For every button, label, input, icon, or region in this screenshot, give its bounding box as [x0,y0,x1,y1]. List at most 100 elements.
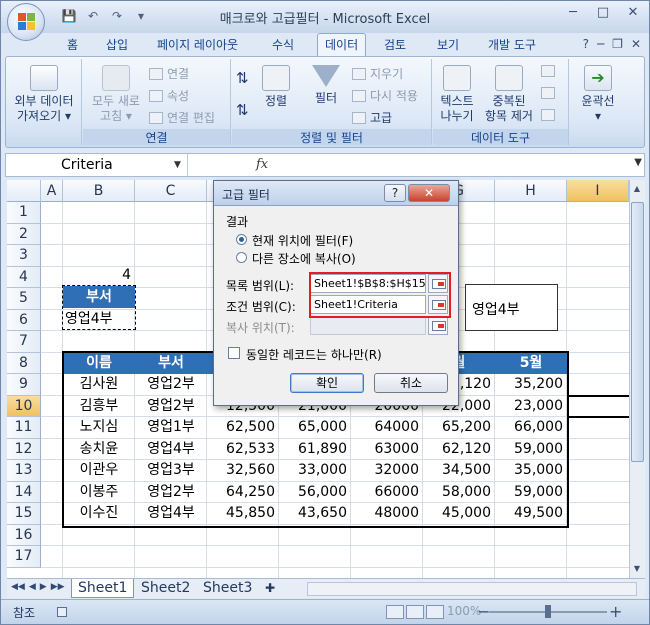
close-icon[interactable]: ✕ [623,5,643,20]
row-header-17[interactable]: 17 [7,546,41,568]
sheet-tab-sheet2[interactable]: Sheet2 [135,579,196,598]
workbook-close-icon[interactable]: ✕ [631,37,641,51]
table-cell[interactable]: 35,000 [495,460,567,482]
first-sheet-icon[interactable]: ◀◀ [11,582,25,592]
horizontal-scrollbar[interactable] [307,582,637,596]
table-cell[interactable]: 33,000 [279,460,351,482]
table-cell[interactable]: 영업1부 [135,417,207,439]
prev-sheet-icon[interactable]: ◀ [29,582,36,592]
name-box[interactable]: Criteria [6,154,188,176]
table-cell[interactable]: 61,890 [279,439,351,461]
table-cell[interactable]: 이봉주 [63,482,135,504]
table-cell[interactable]: 66000 [351,482,423,504]
row-header-7[interactable]: 7 [7,331,41,353]
advanced-filter-button[interactable]: 고급 [352,109,392,126]
table-cell[interactable]: 이관우 [63,460,135,482]
tab-formulas[interactable]: 수식 [272,36,294,53]
page-layout-view-icon[interactable] [406,605,424,619]
table-cell[interactable]: 59,000 [495,439,567,461]
table-cell[interactable]: 56,000 [279,482,351,504]
table-cell[interactable]: 35,200 [495,374,567,396]
dialog-close-button[interactable]: ✕ [408,184,450,202]
insert-sheet-icon[interactable]: ✚ [259,579,281,598]
col-header-i[interactable]: I [567,180,629,202]
table-cell[interactable]: 김사원 [63,374,135,396]
data-validation-icon[interactable] [541,65,555,77]
outline-button[interactable]: ➔ 윤곽선 ▾ [574,65,622,124]
table-header-cell[interactable]: 부서 [135,352,207,374]
text-to-columns-button[interactable]: 텍스트 나누기 [435,65,479,124]
table-cell[interactable]: 58,000 [423,482,495,504]
tab-developer[interactable]: 개발 도구 [488,36,536,53]
tab-review[interactable]: 검토 [384,36,406,53]
cancel-button[interactable]: 취소 [374,373,448,393]
cell-b4[interactable]: 4 [63,264,135,286]
refresh-all-button[interactable]: 모두 새로 고침 ▾ [85,65,147,124]
filter-button[interactable]: 필터 [304,65,348,106]
row-header-13[interactable]: 13 [7,460,41,482]
dialog-help-button[interactable]: ? [384,184,406,202]
col-header-a[interactable]: A [41,180,63,202]
table-header-cell[interactable]: 이름 [63,352,135,374]
col-header-b[interactable]: B [63,180,135,202]
minimize-icon[interactable]: ─ [563,5,583,20]
table-cell[interactable]: 45,000 [423,503,495,525]
row-header-1[interactable]: 1 [7,202,41,224]
radio-copy-to-label[interactable]: 다른 장소에 복사(O) [252,250,356,267]
sort-az-icon[interactable]: ⇅ [236,69,249,87]
copy-to-input[interactable] [310,316,426,335]
table-header-cell[interactable]: 5월 [495,352,567,374]
table-cell[interactable]: 65,000 [279,417,351,439]
radio-filter-in-place[interactable] [236,234,247,245]
row-header-10[interactable]: 10 [7,395,41,417]
normal-view-icon[interactable] [386,605,404,619]
zoom-in-icon[interactable]: + [609,602,622,621]
table-cell[interactable]: 65,200 [423,417,495,439]
table-cell[interactable]: 62,500 [207,417,279,439]
row-header-6[interactable]: 6 [7,309,41,331]
table-cell[interactable]: 영업2부 [135,374,207,396]
table-cell[interactable]: 32,560 [207,460,279,482]
sort-button[interactable]: 정렬 [256,65,296,109]
tab-insert[interactable]: 삽입 [106,36,128,53]
table-cell[interactable]: 59,000 [495,482,567,504]
col-header-c[interactable]: C [135,180,207,202]
office-button[interactable] [7,3,45,41]
col-header-h[interactable]: H [495,180,567,202]
table-cell[interactable]: 영업3부 [135,460,207,482]
name-box-dropdown-icon[interactable]: ▼ [174,154,181,176]
table-cell[interactable]: 영업2부 [135,396,207,418]
table-cell[interactable]: 영업2부 [135,482,207,504]
table-cell[interactable]: 45,850 [207,503,279,525]
reapply-button[interactable]: 다시 적용 [352,87,418,104]
tab-home[interactable]: 홈 [67,36,78,53]
scroll-down-icon[interactable]: ▼ [630,564,644,573]
table-cell[interactable]: 48000 [351,503,423,525]
unique-records-checkbox[interactable] [228,347,240,359]
connections-button[interactable]: 연결 [149,65,189,82]
table-cell[interactable]: 송치윤 [63,439,135,461]
table-cell[interactable]: 49,500 [495,503,567,525]
edit-links-button[interactable]: 연결 편집 [149,109,215,126]
copy-to-collapse-icon[interactable] [428,316,448,335]
table-cell[interactable]: 43,650 [279,503,351,525]
radio-copy-to[interactable] [236,252,247,263]
table-cell[interactable]: 영업4부 [135,439,207,461]
table-cell[interactable]: 62,120 [423,439,495,461]
what-if-icon[interactable] [541,109,555,121]
properties-button[interactable]: 속성 [149,87,189,104]
table-cell[interactable]: 64000 [351,417,423,439]
radio-filter-in-place-label[interactable]: 현재 위치에 필터(F) [252,232,353,249]
table-cell[interactable]: 노지심 [63,417,135,439]
vertical-scroll-thumb[interactable] [631,202,644,462]
row-header-2[interactable]: 2 [7,223,41,245]
table-cell[interactable]: 63000 [351,439,423,461]
row-header-9[interactable]: 9 [7,374,41,396]
next-sheet-icon[interactable]: ▶ [40,582,47,592]
table-cell[interactable]: 32000 [351,460,423,482]
table-cell[interactable]: 이수진 [63,503,135,525]
scroll-up-icon[interactable]: ▲ [630,184,644,193]
page-break-view-icon[interactable] [426,605,444,619]
row-header-14[interactable]: 14 [7,481,41,503]
unique-records-label[interactable]: 동일한 레코드는 하나만(R) [246,346,382,363]
